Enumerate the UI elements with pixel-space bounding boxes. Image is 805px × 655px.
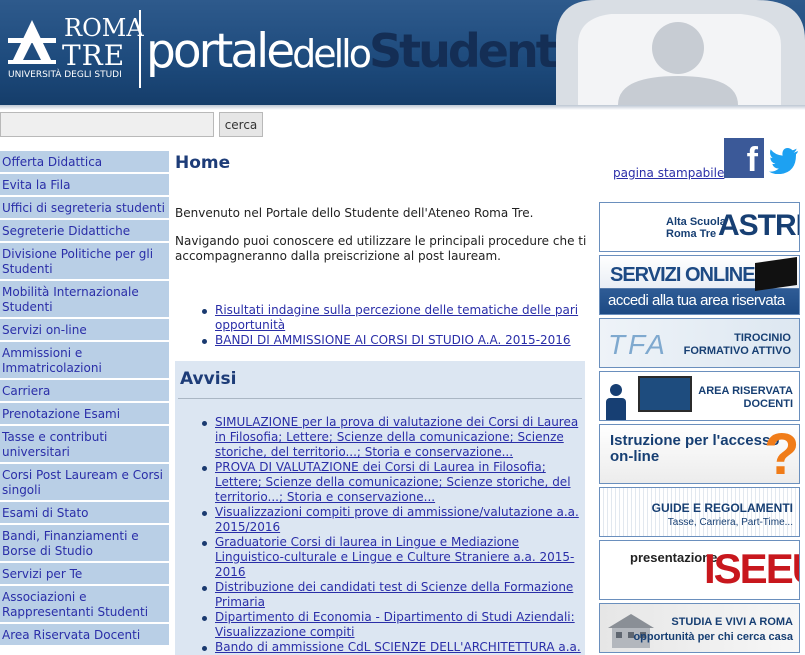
search-button[interactable]: cerca [219,112,263,137]
print-page-link[interactable]: pagina stampabile [613,166,724,180]
tfa-logo: TFA [608,329,668,360]
banner-studia-title: STUDIA E VIVI A ROMA [671,616,793,628]
banner-studia-subtitle: opportunità per chi cerca casa [633,631,793,643]
roma-tre-logo[interactable]: ROMA TRE UNIVERSITÀ DEGLI STUDI [8,12,144,82]
sidebar-item-mobilita-internazionale[interactable]: Mobilità Internazionale Studenti [0,281,169,317]
banner-studia-vivi-roma[interactable]: STUDIA E VIVI A ROMA opportunità per chi… [599,603,800,653]
sidebar-item-uffici-segreteria[interactable]: Uffici di segreteria studenti [0,197,169,218]
roma-tre-emblem-icon [8,20,56,64]
banner-servizi-title: SERVIZI ONLINE [610,264,756,286]
title-dello: dello [292,32,372,76]
avviso-link-distribuzione-candidati[interactable]: Distribuzione dei candidati test di Scie… [215,580,573,609]
banner-guide-regolamenti[interactable]: GUIDE E REGOLAMENTI Tasse, Carriera, Par… [599,487,800,537]
list-item: Distribuzione dei candidati test di Scie… [175,580,585,610]
banner-tfa-line1: TIROCINIO [734,332,791,344]
sidebar-item-area-riservata-docenti[interactable]: Area Riservata Docenti [0,624,169,645]
list-item: Risultati indagine sulla percezione dell… [175,303,585,333]
banner-servizi-online[interactable]: SERVIZI ONLINE accedi alla tua area rise… [599,255,800,315]
banner-istruzione-line2: on-line [610,448,660,465]
page-title: Home [175,153,231,173]
avvisi-heading: Avvisi [180,369,237,389]
avviso-link-bando-architettura[interactable]: Bando di ammissione CdL SCIENZE DELL'ARC… [215,640,581,655]
list-item: Bando di ammissione CdL SCIENZE DELL'ARC… [175,640,585,655]
blackboard-icon [638,376,692,412]
title-studente: Studente [369,24,586,78]
logo-divider [139,10,141,88]
avvisi-panel: Avvisi SIMULAZIONE per la prova di valut… [175,361,585,655]
sidebar-item-associazioni[interactable]: Associazioni e Rappresentanti Studenti [0,586,169,622]
sidebar-item-divisione-politiche[interactable]: Divisione Politiche per gli Studenti [0,243,169,279]
sidebar-item-prenotazione-esami[interactable]: Prenotazione Esami [0,403,169,424]
avviso-link-simulazione[interactable]: SIMULAZIONE per la prova di valutazione … [215,415,578,459]
banner-area-riservata-docenti[interactable]: AREA RISERVATA DOCENTI [599,371,800,421]
banner-guide-title: GUIDE E REGOLAMENTI [651,501,793,515]
list-item: Graduatorie Corsi di laurea in Lingue e … [175,535,585,580]
banner-guide-subtitle: Tasse, Carriera, Part-Time... [667,517,793,528]
sidebar-item-esami-di-stato[interactable]: Esami di Stato [0,502,169,523]
banner-iseeu[interactable]: presentazione ISEEU [599,540,800,600]
banner-istruzione-line1: Istruzione per l'accesso [610,432,780,449]
list-item: Visualizzazioni compiti prove di ammissi… [175,505,585,535]
sidebar-item-servizi-per-te[interactable]: Servizi per Te [0,563,169,584]
banner-iseeu-title: ISEEU [704,545,799,592]
question-mark-icon: ? [764,424,800,484]
intro-description-text: Navigando puoi conoscere ed utilizzare l… [175,234,587,263]
intro-welcome-text: Benvenuto nel Portale dello Studente del… [175,206,534,220]
sidebar-item-offerta-didattica[interactable]: Offerta Didattica [0,151,169,172]
avviso-link-graduatorie[interactable]: Graduatorie Corsi di laurea in Lingue e … [215,535,574,579]
sidebar-nav: Offerta Didattica Evita la Fila Uffici d… [0,151,169,647]
sidebar-item-servizi-online[interactable]: Servizi on-line [0,319,169,340]
banner-docenti-line2: DOCENTI [743,398,794,410]
avvisi-divider [178,398,582,399]
facebook-icon[interactable]: f [724,138,764,179]
sidebar-item-segreterie-didattiche[interactable]: Segreterie Didattiche [0,220,169,241]
list-item: SIMULAZIONE per la prova di valutazione … [175,415,585,460]
logo-roma-text: ROMA [64,14,144,42]
banner-istruzione-accesso[interactable]: Istruzione per l'accesso on-line ? [599,424,800,484]
banner-servizi-subtitle: accedi alla tua area riservata [608,292,785,309]
banner-astre-line2: Roma Tre [666,228,717,240]
banner-astre[interactable]: Alta Scuola Roma Tre ASTRE [599,202,800,252]
monitor-icon [755,257,797,291]
banner-istruzione-text: Istruzione per l'accesso on-line [610,433,779,465]
site-header: ROMA TRE UNIVERSITÀ DEGLI STUDI portaled… [0,0,805,105]
sidebar-item-tasse[interactable]: Tasse e contributi universitari [0,426,169,462]
list-item: BANDI DI AMMISSIONE AI CORSI DI STUDIO A… [175,333,585,348]
list-item: PROVA DI VALUTAZIONE dei Corsi di Laurea… [175,460,585,505]
sidebar-item-carriera[interactable]: Carriera [0,380,169,401]
user-silhouette-icon [556,0,805,105]
sidebar-item-bandi[interactable]: Bandi, Finanziamenti e Borse di Studio [0,525,169,561]
list-item: Dipartimento di Economia - Dipartimento … [175,610,585,640]
teacher-body-icon [606,398,626,420]
sidebar-item-evita-la-fila[interactable]: Evita la Fila [0,174,169,195]
avvisi-list: SIMULAZIONE per la prova di valutazione … [175,415,585,655]
header-shadow [0,105,805,110]
banner-astre-line1: Alta Scuola [666,216,726,228]
teacher-icon [610,384,622,396]
sidebar-item-corsi-post-lauream[interactable]: Corsi Post Lauream e Corsi singoli [0,464,169,500]
avviso-link-dipartimento-economia[interactable]: Dipartimento di Economia - Dipartimento … [215,610,575,639]
search-input[interactable] [0,112,214,137]
twitter-icon[interactable] [769,148,799,174]
banner-astre-subtitle: Alta Scuola Roma Tre [666,216,726,240]
logo-university-text: UNIVERSITÀ DEGLI STUDI [8,70,122,80]
featured-links-list: Risultati indagine sulla percezione dell… [175,303,585,348]
logo-tre-text: TRE [62,39,126,72]
link-indagine-pari-opportunita[interactable]: Risultati indagine sulla percezione dell… [215,303,578,332]
banner-docenti-line1: AREA RISERVATA [698,385,793,397]
banner-tfa[interactable]: TFA TIROCINIO FORMATIVO ATTIVO [599,318,800,368]
link-bandi-ammissione[interactable]: BANDI DI AMMISSIONE AI CORSI DI STUDIO A… [215,333,571,347]
site-title: portaledelloStudente [146,24,586,79]
avviso-link-prova-valutazione[interactable]: PROVA DI VALUTAZIONE dei Corsi di Laurea… [215,460,571,504]
banner-astre-title: ASTRE [718,209,799,242]
sidebar-item-ammissioni[interactable]: Ammissioni e Immatricolazioni [0,342,169,378]
banner-tfa-text: TIROCINIO FORMATIVO ATTIVO [684,332,791,358]
banner-tfa-line2: FORMATIVO ATTIVO [683,345,791,357]
title-portale: portale [146,24,295,79]
banner-docenti-text: AREA RISERVATA DOCENTI [698,385,793,411]
avviso-link-visualizzazioni-compiti[interactable]: Visualizzazioni compiti prove di ammissi… [215,505,579,534]
